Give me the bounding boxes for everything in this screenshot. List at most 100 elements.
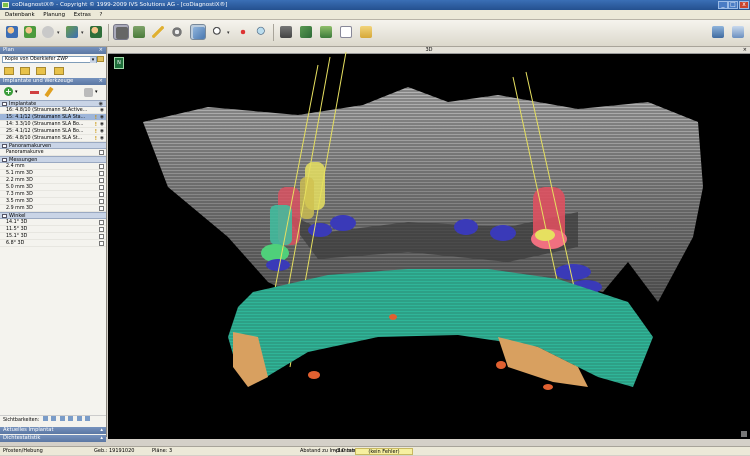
current-implant-header[interactable]: Aktuelles Implantat ▴ — [0, 427, 106, 434]
folder-open-icon[interactable] — [4, 67, 14, 75]
eye-icon[interactable]: ◉ — [100, 114, 104, 120]
locate-button[interactable] — [235, 24, 251, 40]
plan-select[interactable]: Kopie von Oberkiefer ZWP ▾ — [2, 56, 97, 63]
folder-button[interactable] — [358, 24, 374, 40]
eye-icon[interactable]: ◉ — [100, 135, 104, 141]
patient-add-button[interactable] — [22, 24, 38, 40]
chevron-down-icon[interactable]: ▾ — [81, 30, 84, 36]
measurement-row[interactable]: 2.9 mm 3D — [0, 205, 106, 212]
window-titlebar: coDiagnostiX® - Copyright © 1999-2009 IV… — [0, 0, 750, 10]
measurement-row[interactable]: 3.5 mm 3D — [0, 198, 106, 205]
minimize-button[interactable]: _ — [718, 1, 728, 9]
export-button[interactable] — [40, 24, 56, 40]
visibility-checkbox[interactable] — [99, 227, 104, 232]
visibility-checkbox[interactable] — [99, 241, 104, 246]
transfer-button[interactable] — [64, 24, 80, 40]
eye-icon[interactable]: ◉ — [100, 128, 104, 134]
chevron-up-icon[interactable]: ▴ — [100, 427, 103, 434]
chevron-down-icon[interactable]: ▾ — [227, 30, 230, 36]
measurement-row[interactable]: 7.3 mm 3D — [0, 191, 106, 198]
chevron-down-icon[interactable]: ▾ — [15, 89, 18, 95]
slice-view-button[interactable] — [113, 24, 129, 40]
visibility-checkbox[interactable] — [99, 206, 104, 211]
document-button[interactable] — [338, 24, 354, 40]
monitor-button[interactable] — [710, 24, 726, 40]
implant-row[interactable]: 26: 4.8/10 (Straumann SLA St...! ◉ — [0, 135, 106, 142]
add-icon[interactable]: + — [4, 87, 13, 96]
edit-pencil-icon[interactable] — [44, 86, 54, 98]
ruler-button[interactable] — [150, 24, 166, 40]
visibility-checkbox[interactable] — [99, 178, 104, 183]
folder-copy-icon[interactable] — [54, 67, 64, 75]
implant-button[interactable] — [278, 24, 294, 40]
implant-row[interactable]: 14: 3.3/10 (Straumann SLA Bo...! ◉ — [0, 121, 106, 128]
visibility-checkbox[interactable] — [99, 234, 104, 239]
3d-viewport[interactable]: 3D × N — [108, 47, 750, 439]
zoom-button[interactable] — [210, 24, 226, 40]
angle-row[interactable]: 15.1° 3D — [0, 233, 106, 240]
search-button[interactable] — [254, 24, 270, 40]
layers-button[interactable] — [298, 24, 314, 40]
visibility-checkbox[interactable] — [99, 185, 104, 190]
locate-icon — [237, 26, 249, 38]
visibility-checkbox[interactable] — [99, 171, 104, 176]
folder-new-icon[interactable] — [20, 67, 30, 75]
window-button[interactable] — [730, 24, 746, 40]
folder-icon[interactable] — [97, 56, 104, 62]
gear-button[interactable] — [169, 24, 185, 40]
visibility-toggle-icon[interactable] — [59, 416, 65, 421]
visibility-toggle-icon[interactable] — [85, 416, 91, 421]
density-stats-header[interactable]: Dichtestatistik ▴ — [0, 435, 106, 442]
implant-row[interactable]: 16: 4.8/10 (Straumann SLActive... ◉ — [0, 107, 106, 114]
visibility-checkbox[interactable] — [99, 150, 104, 155]
toolbar-separator — [108, 24, 109, 41]
visibility-toggle-icon[interactable] — [76, 416, 82, 421]
viewport-corner-icon[interactable] — [741, 431, 747, 437]
close-icon[interactable]: × — [99, 47, 103, 54]
cube-button[interactable] — [190, 24, 206, 40]
measurement-row[interactable]: 5.1 mm 3D — [0, 170, 106, 177]
implants-section[interactable]: Implantate ◉ — [0, 100, 106, 107]
measurement-row[interactable]: 5.0 mm 3D — [0, 184, 106, 191]
angle-row[interactable]: 6.8° 3D — [0, 240, 106, 247]
implant-tool-row: + ▾ ▾ — [0, 85, 106, 100]
layout-button[interactable] — [131, 24, 147, 40]
folder-delete-icon[interactable] — [36, 67, 46, 75]
close-button[interactable]: x — [739, 1, 749, 9]
visibility-checkbox[interactable] — [99, 192, 104, 197]
measurement-row[interactable]: 2.2 mm 3D — [0, 177, 106, 184]
chevron-up-icon[interactable]: ▴ — [100, 435, 103, 442]
collapse-icon — [2, 143, 7, 148]
chevron-down-icon[interactable]: ▾ — [57, 30, 60, 36]
visibility-toggle-icon[interactable] — [68, 416, 74, 421]
angle-row[interactable]: 11.5° 3D — [0, 226, 106, 233]
eye-icon[interactable]: ◉ — [100, 107, 104, 113]
measurement-row[interactable]: 2.4 mm — [0, 163, 106, 170]
menu-extras[interactable]: Extras — [74, 12, 91, 18]
user-button[interactable] — [88, 24, 104, 40]
implant-row[interactable]: 25: 4.1/12 (Straumann SLA Bo...! ◉ — [0, 128, 106, 135]
visibility-checkbox[interactable] — [99, 199, 104, 204]
menu-datenbank[interactable]: Datenbank — [5, 12, 35, 18]
eye-icon[interactable]: ◉ — [100, 121, 104, 127]
remove-icon[interactable] — [30, 91, 39, 94]
tools-icon[interactable] — [84, 88, 93, 97]
close-icon[interactable]: × — [99, 78, 103, 85]
folder-icon — [360, 26, 372, 38]
visibility-toggle-icon[interactable] — [42, 416, 48, 421]
screenshot-button[interactable] — [318, 24, 334, 40]
panorama-row[interactable]: Panoramakurve — [0, 149, 106, 156]
measurements-section[interactable]: Messungen — [0, 156, 106, 163]
menu-planung[interactable]: Planung — [43, 12, 65, 18]
chevron-down-icon[interactable]: ▾ — [95, 89, 98, 95]
panorama-section[interactable]: Panoramakurven — [0, 142, 106, 149]
menu-help[interactable]: ? — [100, 12, 103, 18]
visibility-checkbox[interactable] — [99, 164, 104, 169]
patient-button[interactable] — [4, 24, 20, 40]
angles-section[interactable]: Winkel — [0, 212, 106, 219]
implant-row[interactable]: 15: 4.1/12 (Straumann SLA Sta...! ◉ — [0, 114, 106, 121]
angle-row[interactable]: 14.1° 3D — [0, 219, 106, 226]
visibility-toggle-icon[interactable] — [51, 416, 57, 421]
visibility-checkbox[interactable] — [99, 220, 104, 225]
maximize-button[interactable]: □ — [728, 1, 738, 9]
